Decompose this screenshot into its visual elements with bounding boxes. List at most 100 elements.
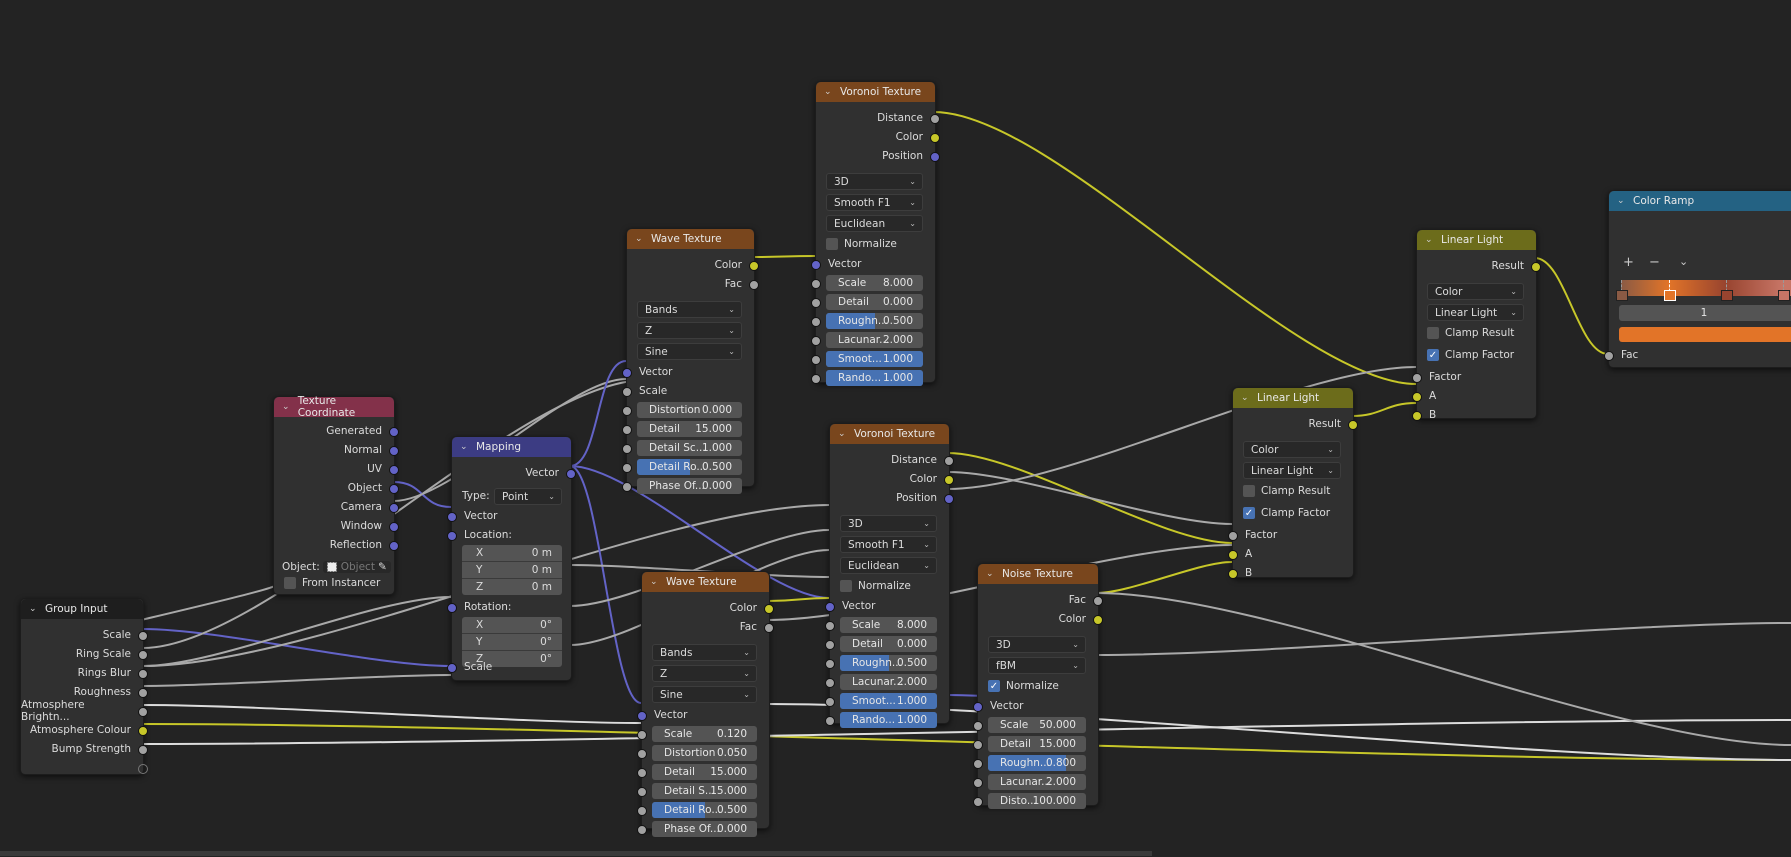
socket-in[interactable]	[973, 721, 983, 731]
mode-dropdown[interactable]: 3D ⌄	[988, 636, 1086, 653]
chevron-down-icon[interactable]: ⌄	[838, 429, 848, 439]
vector-component-field[interactable]: Y 0 m	[462, 562, 562, 579]
socket-in[interactable]	[973, 702, 983, 712]
value-slider-field[interactable]: Distortion 0.050	[652, 745, 757, 761]
socket-out[interactable]	[930, 114, 940, 124]
node-link[interactable]	[142, 704, 642, 724]
mode-dropdown[interactable]: Linear Light ⌄	[1243, 462, 1341, 479]
normalize-checkbox[interactable]: ✓ Normalize	[988, 680, 1059, 692]
mode-dropdown[interactable]: Bands ⌄	[637, 301, 742, 318]
socket-in[interactable]	[1228, 531, 1238, 541]
node-linear-light-2[interactable]: ⌄ Linear Light Result Color ⌄ Linear Light ⌄ Cl…	[1228, 387, 1358, 579]
clamp-result-checkbox[interactable]: Clamp Result	[1243, 485, 1330, 497]
vector-component-field[interactable]: X 0°	[462, 617, 562, 634]
socket-out[interactable]	[138, 707, 148, 717]
active-stop-color-swatch[interactable]	[1619, 327, 1791, 342]
socket-out[interactable]	[1093, 615, 1103, 625]
ramp-stop-handle[interactable]	[1720, 290, 1733, 301]
value-slider-field[interactable]: Smoot... 1.000	[826, 351, 923, 367]
socket-out[interactable]	[764, 604, 774, 614]
socket-in[interactable]	[1228, 569, 1238, 579]
socket-out[interactable]	[389, 522, 399, 532]
checkbox-box[interactable]: ✓	[1427, 349, 1439, 361]
socket-in[interactable]	[1412, 373, 1422, 383]
socket-in[interactable]	[811, 260, 821, 270]
mode-dropdown[interactable]: Color ⌄	[1427, 283, 1524, 300]
socket-in[interactable]	[622, 425, 632, 435]
socket-in[interactable]	[811, 355, 821, 365]
node-header[interactable]: ⌄ Linear Light	[1233, 388, 1353, 408]
socket-in[interactable]	[825, 678, 835, 688]
socket-out[interactable]	[138, 726, 148, 736]
socket-in[interactable]	[825, 659, 835, 669]
remove-stop-button[interactable]: −	[1649, 255, 1660, 270]
node-link[interactable]	[1096, 592, 1791, 746]
socket-in[interactable]	[811, 374, 821, 384]
value-slider-field[interactable]: Scale 8.000	[840, 617, 937, 633]
node-group-input[interactable]: ⌄ Group Input Scale Ring Scale Rings Blur R…	[20, 598, 148, 775]
socket-in[interactable]	[811, 298, 821, 308]
socket-out[interactable]	[1093, 596, 1103, 606]
socket-in[interactable]	[622, 368, 632, 378]
mode-dropdown[interactable]: fBM ⌄	[988, 657, 1086, 674]
node-link[interactable]	[569, 360, 627, 467]
socket-out[interactable]	[389, 427, 399, 437]
value-slider-field[interactable]: Scale 0.120	[652, 726, 757, 742]
value-slider-field[interactable]: Lacunar... 2.000	[988, 774, 1086, 790]
node-link[interactable]	[767, 597, 830, 602]
clamp-factor-checkbox[interactable]: ✓ Clamp Factor	[1243, 507, 1330, 519]
mapping-type-dropdown[interactable]: Point ⌄	[494, 488, 562, 505]
socket-out[interactable]	[764, 623, 774, 633]
node-linear-light-1[interactable]: ⌄ Linear Light Result Color ⌄ Linear Light ⌄ Cl…	[1412, 229, 1541, 421]
value-slider-field[interactable]: Roughn... 0.800	[988, 755, 1086, 771]
ramp-stop-handle[interactable]	[1777, 290, 1790, 301]
socket-in[interactable]	[637, 825, 647, 835]
node-link[interactable]	[142, 719, 1791, 745]
value-slider-field[interactable]: Detail 0.000	[840, 636, 937, 652]
chevron-down-icon[interactable]: ⌄	[1241, 393, 1251, 403]
value-slider-field[interactable]: Detail Ro... 0.500	[637, 459, 742, 475]
node-link[interactable]	[752, 255, 816, 258]
node-link[interactable]	[1351, 402, 1417, 417]
value-slider-field[interactable]: Rando... 1.000	[840, 712, 937, 728]
socket-out[interactable]	[944, 456, 954, 466]
value-slider-field[interactable]: Scale 8.000	[826, 275, 923, 291]
mode-dropdown[interactable]: Z ⌄	[652, 665, 757, 682]
value-slider-field[interactable]: Lacunar... 2.000	[840, 674, 937, 690]
from-instancer-checkbox[interactable]: From Instancer	[284, 577, 380, 589]
socket-in[interactable]	[1228, 550, 1238, 560]
vector-component-field[interactable]: Z 0 m	[462, 579, 562, 595]
socket-out[interactable]	[749, 280, 759, 290]
value-slider-field[interactable]: Smoot... 1.000	[840, 693, 937, 709]
socket-in[interactable]	[1412, 392, 1422, 402]
clamp-result-checkbox[interactable]: Clamp Result	[1427, 327, 1514, 339]
socket-in[interactable]	[811, 336, 821, 346]
ramp-stop-handle[interactable]	[1663, 290, 1676, 301]
value-slider-field[interactable]: Disto... 100.000	[988, 793, 1086, 809]
value-slider-field[interactable]: Scale 50.000	[988, 717, 1086, 733]
socket-out[interactable]	[138, 650, 148, 660]
eyedropper-icon[interactable]: ✎	[378, 561, 387, 573]
socket-out[interactable]	[944, 494, 954, 504]
socket-out[interactable]	[1531, 262, 1541, 272]
socket-in[interactable]	[811, 317, 821, 327]
chevron-down-icon[interactable]: ⌄	[986, 569, 996, 579]
node-link[interactable]	[1096, 561, 1233, 594]
checkbox-box[interactable]	[1243, 485, 1255, 497]
socket-out[interactable]	[1348, 420, 1358, 430]
socket-scale-in[interactable]	[447, 663, 457, 673]
mode-dropdown[interactable]: Smooth F1 ⌄	[840, 536, 937, 553]
socket-in[interactable]	[825, 716, 835, 726]
value-slider-field[interactable]: Detail 15.000	[652, 764, 757, 780]
chevron-down-icon[interactable]: ⌄	[650, 577, 660, 587]
clamp-factor-checkbox[interactable]: ✓ Clamp Factor	[1427, 349, 1514, 361]
socket-in[interactable]	[973, 797, 983, 807]
mode-dropdown[interactable]: Smooth F1 ⌄	[826, 194, 923, 211]
object-picker[interactable]: Object: Object ✎	[282, 559, 391, 575]
checkbox-box[interactable]: ✓	[988, 680, 1000, 692]
node-link[interactable]	[1534, 257, 1609, 355]
mode-dropdown[interactable]: Z ⌄	[637, 322, 742, 339]
normalize-checkbox[interactable]: Normalize	[826, 238, 897, 250]
value-slider-field[interactable]: Detail Ro... 0.500	[652, 802, 757, 818]
vector-component-field[interactable]: X 0 m	[462, 545, 562, 562]
